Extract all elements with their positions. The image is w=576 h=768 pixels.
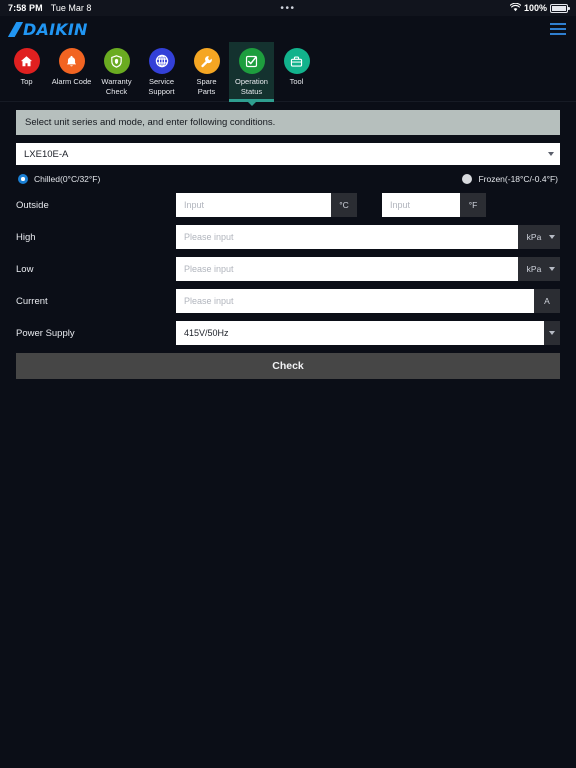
main-content: Select unit series and mode, and enter f… xyxy=(0,102,576,379)
checklist-icon xyxy=(238,48,265,74)
label-current: Current xyxy=(16,295,48,307)
radio-frozen[interactable]: Frozen(-18°C/-0.4°F) xyxy=(462,174,558,184)
check-button[interactable]: Check xyxy=(16,353,560,379)
hamburger-menu-icon[interactable] xyxy=(550,23,566,35)
nav-item-spare-parts-label: Spare Parts xyxy=(196,77,217,97)
current-group: Please input A xyxy=(176,289,560,313)
form-row-power-supply: Power Supply 415V/50Hz xyxy=(16,321,560,345)
outside-fahrenheit-input[interactable]: Input xyxy=(382,193,460,217)
status-date: Tue Mar 8 xyxy=(50,3,92,13)
status-right-group: 100% xyxy=(509,2,570,14)
power-supply-group: 415V/50Hz xyxy=(176,321,560,345)
battery-percent-label: 100% xyxy=(523,3,547,13)
label-outside: Outside xyxy=(16,199,49,211)
nav-item-warranty-check[interactable]: Warranty Check xyxy=(94,42,139,102)
radio-chilled[interactable]: Chilled(0°C/32°F) xyxy=(18,174,100,184)
instruction-banner: Select unit series and mode, and enter f… xyxy=(16,110,560,135)
nav-item-warranty-check-label: Warranty Check xyxy=(101,77,132,97)
label-high: High xyxy=(16,231,36,243)
globe-icon xyxy=(148,48,175,74)
toolbox-icon xyxy=(283,48,310,74)
nav-item-alarm-code-label: Alarm Code xyxy=(51,77,92,86)
primary-nav-strip: Top Alarm Code Warranty Check Service Su… xyxy=(0,42,576,106)
outside-fahrenheit-unit: °F xyxy=(460,193,486,217)
outside-fahrenheit-group: Input °F xyxy=(382,193,486,217)
chevron-down-icon xyxy=(548,152,554,156)
high-pressure-group: Please input kPa xyxy=(176,225,560,249)
shield-icon xyxy=(103,48,130,74)
nav-item-alarm-code[interactable]: Alarm Code xyxy=(49,42,94,102)
low-pressure-input[interactable]: Please input xyxy=(176,257,518,281)
radio-chilled-label: Chilled(0°C/32°F) xyxy=(34,174,101,184)
current-unit: A xyxy=(534,289,560,313)
label-low: Low xyxy=(16,263,34,275)
outside-celsius-input[interactable]: Input xyxy=(176,193,331,217)
logo-text: DAIKIN xyxy=(23,19,88,39)
unit-series-select[interactable]: LXE10E-A xyxy=(16,143,560,165)
high-pressure-unit-select[interactable]: kPa xyxy=(518,225,560,249)
radio-chilled-dot-icon xyxy=(18,174,28,184)
home-icon xyxy=(13,48,40,74)
nav-item-operation-status-label: Operation Status xyxy=(235,77,268,97)
wrench-icon xyxy=(193,48,220,74)
radio-frozen-label: Frozen(-18°C/-0.4°F) xyxy=(478,174,558,184)
nav-item-top[interactable]: Top xyxy=(4,42,49,102)
label-power-supply: Power Supply xyxy=(16,327,75,339)
power-supply-select-arrow[interactable] xyxy=(544,321,560,345)
power-supply-select[interactable]: 415V/50Hz xyxy=(176,321,544,345)
logo-slash-icon xyxy=(8,22,23,37)
form-row-low: Low Please input kPa xyxy=(16,257,560,281)
unit-series-value: LXE10E-A xyxy=(24,148,69,160)
form-row-current: Current Please input A xyxy=(16,289,560,313)
chevron-down-icon xyxy=(549,235,555,239)
active-tab-pointer-icon xyxy=(247,102,256,106)
form-row-high: High Please input kPa xyxy=(16,225,560,249)
chevron-down-icon xyxy=(549,331,555,335)
radio-frozen-dot-icon xyxy=(462,174,473,184)
nav-item-spare-parts[interactable]: Spare Parts xyxy=(184,42,229,102)
bell-icon xyxy=(58,48,85,74)
daikin-logo[interactable]: DAIKIN xyxy=(10,20,88,39)
form-row-outside: Outside Input °C Input °F xyxy=(16,193,560,217)
battery-icon xyxy=(550,3,570,13)
wifi-icon xyxy=(509,2,522,14)
chevron-down-icon xyxy=(549,267,555,271)
high-pressure-unit-label: kPa xyxy=(526,232,542,242)
outside-celsius-group: Input °C xyxy=(176,193,357,217)
low-pressure-unit-label: kPa xyxy=(526,264,542,274)
nav-item-service-support[interactable]: Service Support xyxy=(139,42,184,102)
brand-bar: DAIKIN xyxy=(0,16,576,42)
status-time: 7:58 PM xyxy=(8,3,43,13)
nav-item-tool-label: Tool xyxy=(289,77,304,86)
low-pressure-group: Please input kPa xyxy=(176,257,560,281)
ios-status-bar: 7:58 PM Tue Mar 8 ••• 100% xyxy=(0,0,576,16)
nav-item-service-support-label: Service Support xyxy=(148,77,175,97)
nav-item-top-label: Top xyxy=(20,77,33,86)
nav-item-tool[interactable]: Tool xyxy=(274,42,319,102)
low-pressure-unit-select[interactable]: kPa xyxy=(518,257,560,281)
outside-celsius-unit: °C xyxy=(331,193,357,217)
power-supply-value: 415V/50Hz xyxy=(184,328,229,338)
current-input[interactable]: Please input xyxy=(176,289,534,313)
nav-item-operation-status[interactable]: Operation Status xyxy=(229,42,274,106)
high-pressure-input[interactable]: Please input xyxy=(176,225,518,249)
mode-radio-group: Chilled(0°C/32°F) Frozen(-18°C/-0.4°F) xyxy=(16,174,560,184)
